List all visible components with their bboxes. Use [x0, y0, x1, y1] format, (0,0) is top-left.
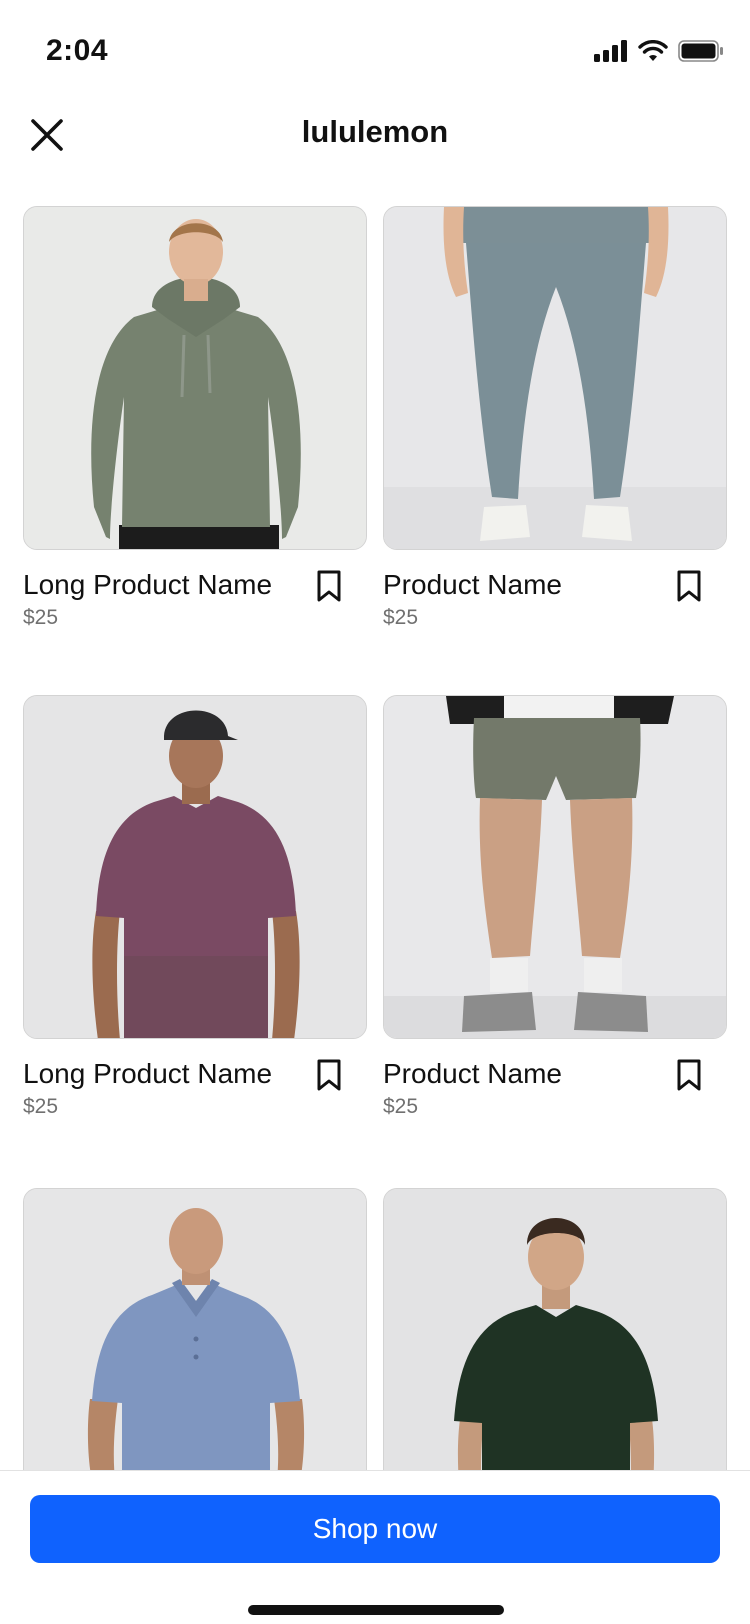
- product-image[interactable]: [383, 695, 727, 1039]
- shop-now-button[interactable]: Shop now: [30, 1495, 720, 1563]
- product-grid: Long Product Name $25 Product Name $25 L…: [0, 206, 750, 1470]
- product-info: Product Name $25: [383, 1039, 727, 1119]
- bottom-bar: Shop now: [0, 1470, 750, 1624]
- nav-bar: lululemon: [0, 100, 750, 168]
- tshirt-photo: [24, 696, 366, 1038]
- product-price: $25: [383, 1095, 419, 1118]
- product-info: Long Product Name $25: [23, 550, 367, 630]
- product-image[interactable]: [383, 1188, 727, 1470]
- product-image[interactable]: [23, 206, 367, 550]
- home-indicator[interactable]: [248, 1605, 504, 1615]
- cellular-signal-icon: [594, 40, 627, 62]
- shorts-photo: [384, 696, 726, 1038]
- status-bar: 2:04: [0, 0, 750, 100]
- product-name: Product Name: [383, 569, 562, 600]
- product-card[interactable]: Product Name $25: [383, 206, 727, 630]
- battery-icon: [678, 40, 723, 62]
- product-image[interactable]: [23, 1188, 367, 1470]
- product-info: Product Name $25: [383, 550, 727, 630]
- bookmark-icon[interactable]: [315, 570, 343, 602]
- page-title: lululemon: [301, 114, 449, 149]
- product-name: Long Product Name: [23, 569, 273, 600]
- bookmark-icon[interactable]: [315, 1059, 343, 1091]
- status-icons: [594, 40, 724, 62]
- status-time: 2:04: [46, 34, 109, 67]
- product-card[interactable]: Long Product Name $25: [23, 695, 367, 1119]
- wifi-icon: [638, 40, 668, 61]
- product-card[interactable]: [23, 1188, 367, 1470]
- bookmark-icon[interactable]: [675, 1059, 703, 1091]
- product-info: Long Product Name $25: [23, 1039, 367, 1119]
- product-image[interactable]: [23, 695, 367, 1039]
- product-card[interactable]: Long Product Name $25: [23, 206, 367, 630]
- polo-photo: [24, 1189, 366, 1470]
- dark-tshirt-photo: [384, 1189, 726, 1470]
- hoodie-photo: [24, 207, 366, 549]
- product-image[interactable]: [383, 206, 727, 550]
- product-name: Product Name: [383, 1058, 562, 1089]
- product-price: $25: [383, 606, 419, 629]
- product-price: $25: [23, 1095, 59, 1118]
- bookmark-icon[interactable]: [675, 570, 703, 602]
- product-price: $25: [23, 606, 59, 629]
- product-card[interactable]: [383, 1188, 727, 1470]
- product-card[interactable]: Product Name $25: [383, 695, 727, 1119]
- joggers-photo: [384, 207, 726, 549]
- product-name: Long Product Name: [23, 1058, 273, 1089]
